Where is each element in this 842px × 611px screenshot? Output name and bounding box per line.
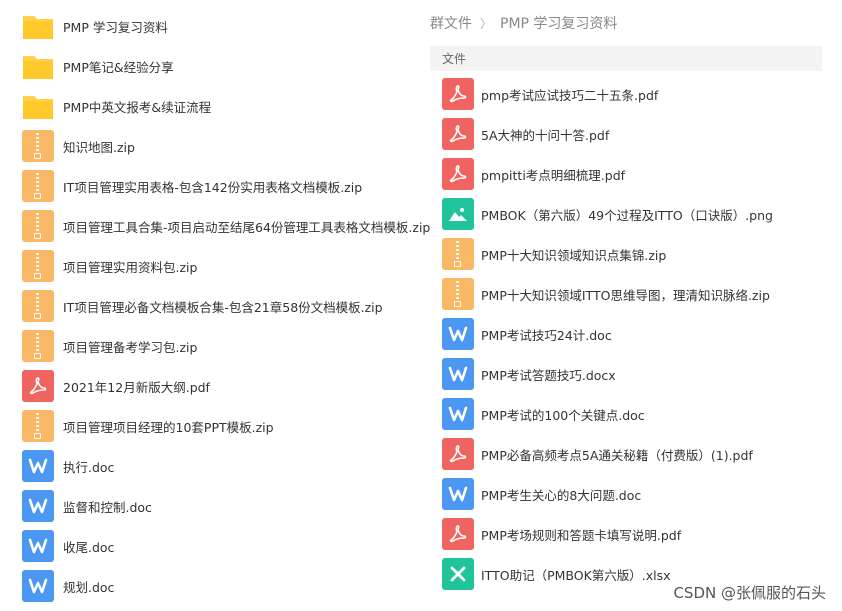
file-name: pmpitti考点明细梳理.pdf (481, 167, 626, 183)
file-name: PMP中英文报考&续证流程 (63, 99, 212, 115)
group-files-panel: 群文件 〉 PMP 学习复习资料 文件 pmp考试应试技巧二十五条.pdf 5A大… (430, 0, 822, 594)
file-list-item[interactable]: 知识地图.zip (22, 126, 422, 166)
breadcrumb: 群文件 〉 PMP 学习复习资料 (430, 0, 822, 46)
right-file-list: pmp考试应试技巧二十五条.pdf 5A大神的十问十答.pdf pmpitti考点明… (430, 71, 822, 594)
group-file-item[interactable]: PMP考试的100个关键点.doc (442, 394, 822, 434)
section-header: 文件 (430, 46, 822, 71)
file-name: 知识地图.zip (63, 139, 135, 155)
breadcrumb-current: PMP 学习复习资料 (500, 16, 618, 32)
file-list-item[interactable]: 监督和控制.doc (22, 486, 422, 526)
group-file-item[interactable]: pmp考试应试技巧二十五条.pdf (442, 74, 822, 114)
zip-file-icon (442, 238, 474, 270)
file-name: 项目管理实用资料包.zip (63, 259, 198, 275)
file-name: PMP 学习复习资料 (63, 19, 168, 35)
file-name: PMP十大知识领域知识点集锦.zip (481, 247, 667, 263)
image-file-icon (442, 198, 474, 230)
zip-file-icon (22, 130, 54, 162)
file-name: 项目管理项目经理的10套PPT模板.zip (63, 419, 274, 435)
file-name: 2021年12月新版大纲.pdf (63, 379, 210, 395)
file-name: PMP考场规则和答题卡填写说明.pdf (481, 527, 682, 543)
file-list-item[interactable]: IT项目管理实用表格-包含142份实用表格文档模板.zip (22, 166, 422, 206)
group-file-item[interactable]: PMP考试技巧24计.doc (442, 314, 822, 354)
folder-icon (22, 10, 54, 42)
file-name: PMBOK（第六版）49个过程及ITTO（口诀版）.png (481, 207, 773, 223)
word-file-icon (22, 530, 54, 562)
file-list-item[interactable]: 项目管理实用资料包.zip (22, 246, 422, 286)
file-name: PMP考试技巧24计.doc (481, 327, 612, 343)
file-list-item[interactable]: 项目管理备考学习包.zip (22, 326, 422, 366)
watermark: CSDN @张佩服的石头 (673, 584, 826, 602)
excel-file-icon (442, 558, 474, 590)
file-list-item[interactable]: IT项目管理必备文档模板合集-包含21章58份文档模板.zip (22, 286, 422, 326)
word-file-icon (22, 570, 54, 602)
folder-icon (22, 90, 54, 122)
group-file-item[interactable]: PMBOK（第六版）49个过程及ITTO（口诀版）.png (442, 194, 822, 234)
word-file-icon (22, 450, 54, 482)
file-name: PMP笔记&经验分享 (63, 59, 174, 75)
word-file-icon (442, 358, 474, 390)
left-file-list: PMP 学习复习资料 PMP笔记&经验分享 PMP中英文报考&续证流程 知识地图.zi… (22, 6, 430, 606)
word-file-icon (442, 318, 474, 350)
file-list-item[interactable]: PMP 学习复习资料 (22, 6, 422, 46)
pdf-file-icon (442, 438, 474, 470)
breadcrumb-root[interactable]: 群文件 (430, 13, 472, 33)
file-name: 规划.doc (63, 579, 115, 595)
group-file-item[interactable]: 5A大神的十问十答.pdf (442, 114, 822, 154)
zip-file-icon (22, 410, 54, 442)
breadcrumb-separator-icon: 〉 (480, 16, 493, 31)
file-list-item[interactable]: PMP中英文报考&续证流程 (22, 86, 422, 126)
file-name: PMP十大知识领域ITTO思维导图，理清知识脉络.zip (481, 287, 770, 303)
file-name: PMP考生关心的8大问题.doc (481, 487, 642, 503)
word-file-icon (442, 478, 474, 510)
file-name: pmp考试应试技巧二十五条.pdf (481, 87, 659, 103)
pdf-file-icon (442, 118, 474, 150)
word-file-icon (442, 398, 474, 430)
file-name: 项目管理备考学习包.zip (63, 339, 198, 355)
zip-file-icon (22, 290, 54, 322)
folder-icon (22, 50, 54, 82)
file-name: PMP必备高频考点5A通关秘籍（付费版）(1).pdf (481, 447, 753, 463)
group-file-item[interactable]: PMP十大知识领域ITTO思维导图，理清知识脉络.zip (442, 274, 822, 314)
file-name: PMP考试的100个关键点.doc (481, 407, 645, 423)
file-name: 监督和控制.doc (63, 499, 152, 515)
word-file-icon (22, 490, 54, 522)
zip-file-icon (442, 278, 474, 310)
file-name: 执行.doc (63, 459, 115, 475)
zip-file-icon (22, 170, 54, 202)
group-file-item[interactable]: PMP考试答题技巧.docx (442, 354, 822, 394)
file-list-item[interactable]: 规划.doc (22, 566, 422, 606)
group-file-item[interactable]: PMP十大知识领域知识点集锦.zip (442, 234, 822, 274)
pdf-file-icon (442, 518, 474, 550)
file-list-item[interactable]: PMP笔记&经验分享 (22, 46, 422, 86)
file-name: IT项目管理必备文档模板合集-包含21章58份文档模板.zip (63, 299, 383, 315)
pdf-file-icon (22, 370, 54, 402)
group-file-item[interactable]: PMP必备高频考点5A通关秘籍（付费版）(1).pdf (442, 434, 822, 474)
file-name: 5A大神的十问十答.pdf (481, 127, 610, 143)
pdf-file-icon (442, 78, 474, 110)
group-file-item[interactable]: pmpitti考点明细梳理.pdf (442, 154, 822, 194)
file-list-item[interactable]: 执行.doc (22, 446, 422, 486)
group-file-item[interactable]: PMP考生关心的8大问题.doc (442, 474, 822, 514)
file-list-item[interactable]: 项目管理工具合集-项目启动至结尾64份管理工具表格文档模板.zip (22, 206, 430, 246)
file-list-item[interactable]: 2021年12月新版大纲.pdf (22, 366, 422, 406)
file-list-item[interactable]: 收尾.doc (22, 526, 422, 566)
file-name: IT项目管理实用表格-包含142份实用表格文档模板.zip (63, 179, 363, 195)
file-name: ITTO助记（PMBOK第六版）.xlsx (481, 567, 671, 583)
file-name: 项目管理工具合集-项目启动至结尾64份管理工具表格文档模板.zip (63, 219, 431, 235)
zip-file-icon (22, 210, 54, 242)
zip-file-icon (22, 250, 54, 282)
file-list-item[interactable]: 项目管理项目经理的10套PPT模板.zip (22, 406, 422, 446)
file-name: PMP考试答题技巧.docx (481, 367, 616, 383)
file-name: 收尾.doc (63, 539, 115, 555)
zip-file-icon (22, 330, 54, 362)
group-file-item[interactable]: PMP考场规则和答题卡填写说明.pdf (442, 514, 822, 554)
pdf-file-icon (442, 158, 474, 190)
